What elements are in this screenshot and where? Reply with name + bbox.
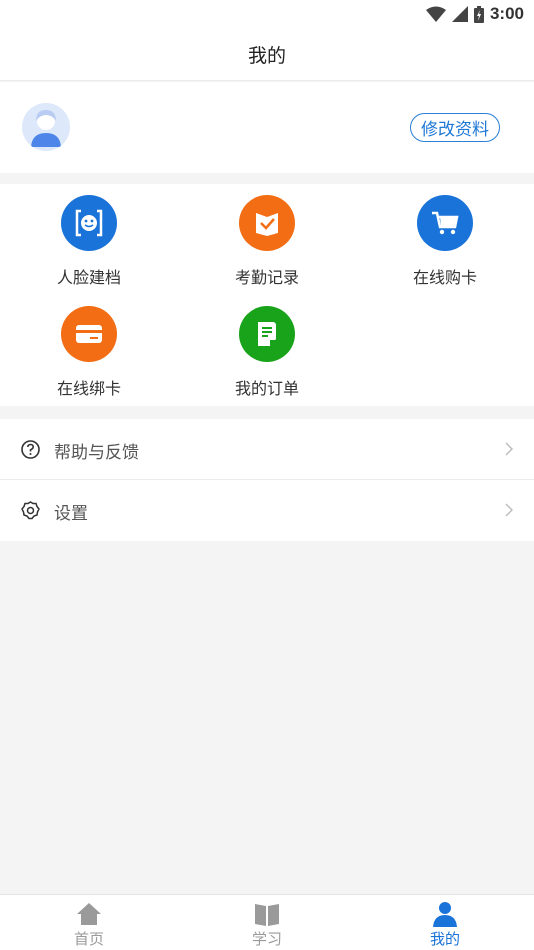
menu-label: 设置 [54,504,88,524]
chevron-right-icon [505,442,513,456]
feature-face-profile[interactable]: 人脸建档 [0,184,178,295]
order-document-icon [239,306,295,362]
tab-label: 学习 [251,930,282,948]
feature-orders[interactable]: 我的订单 [178,295,356,406]
feature-label: 考勤记录 [234,268,299,287]
settings-gear-icon [21,501,40,520]
feature-label: 我的订单 [234,379,299,398]
page-title: 我的 [247,44,286,67]
feature-attendance[interactable]: 考勤记录 [178,184,356,295]
bottom-tab-bar: 首页 学习 我的 [0,894,534,950]
menu-list: 帮助与反馈 设置 [0,419,534,541]
user-icon [433,902,457,927]
edit-profile-button[interactable]: 修改资料 [410,113,500,142]
title-bar: 我的 [0,28,534,81]
attendance-check-icon [239,195,295,251]
profile-section: 修改资料 [0,82,534,173]
feature-label: 人脸建档 [56,268,121,287]
signal-icon [451,6,468,22]
feature-bind-card[interactable]: 在线绑卡 [0,295,178,406]
tab-study[interactable]: 学习 [178,895,356,950]
menu-item-help-feedback[interactable]: 帮助与反馈 [0,419,534,480]
status-bar: 3:00 [0,0,534,28]
menu-label: 帮助与反馈 [54,443,139,463]
face-scan-icon [61,195,117,251]
tab-label: 首页 [73,930,104,948]
book-icon [255,904,279,926]
feature-label: 在线绑卡 [56,379,121,398]
tab-mine[interactable]: 我的 [356,895,534,950]
status-time: 3:00 [489,4,524,23]
card-icon [61,306,117,362]
help-icon [21,440,40,459]
feature-buy-card[interactable]: 在线购卡 [356,184,534,295]
home-icon [77,903,101,925]
battery-icon [473,5,484,23]
tab-home[interactable]: 首页 [0,895,178,950]
feature-grid: 人脸建档 考勤记录 在线购卡 在线绑卡 我的订单 [0,184,534,406]
chevron-right-icon [505,503,513,517]
shopping-cart-icon [417,195,473,251]
wifi-icon [425,6,446,22]
menu-item-settings[interactable]: 设置 [0,480,534,541]
feature-label: 在线购卡 [412,268,477,287]
avatar-icon[interactable] [22,103,70,151]
tab-label: 我的 [429,930,460,948]
